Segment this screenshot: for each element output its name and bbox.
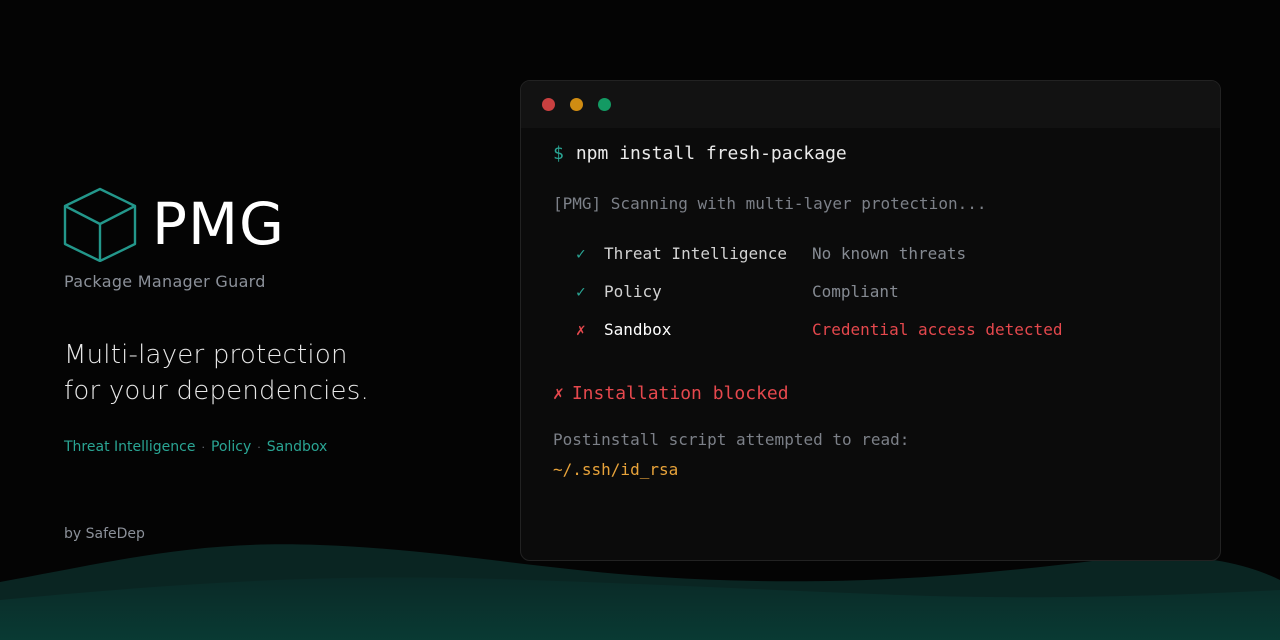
check-row-threat-intelligence: ✓ Threat Intelligence No known threats — [576, 244, 966, 263]
feature-sandbox: Sandbox — [266, 439, 328, 455]
minimize-dot-icon[interactable] — [570, 98, 583, 111]
terminal-window: $ npm install fresh-package [PMG] Scannin… — [520, 80, 1221, 561]
command-line: $ npm install fresh-package — [553, 143, 847, 164]
check-name: Threat Intelligence — [604, 244, 788, 263]
maximize-dot-icon[interactable] — [598, 98, 611, 111]
blocked-message: ✗ Installation blocked — [553, 383, 789, 404]
byline: by SafeDep — [64, 526, 145, 542]
check-status: Credential access detected — [812, 320, 1063, 339]
check-row-sandbox: ✗ Sandbox Credential access detected — [576, 320, 1062, 339]
detail-message: Postinstall script attempted to read: — [553, 430, 910, 449]
brand-name: PMG — [152, 190, 285, 258]
cube-icon — [63, 187, 137, 262]
feature-separator: · — [201, 441, 205, 454]
cross-icon: ✗ — [576, 320, 586, 339]
check-status: No known threats — [812, 244, 967, 263]
close-dot-icon[interactable] — [542, 98, 555, 111]
brand-panel: PMG Package Manager Guard Multi-layer pr… — [62, 186, 482, 455]
detail-path: ~/.ssh/id_rsa — [553, 460, 679, 479]
feature-list: Threat Intelligence · Policy · Sandbox — [64, 439, 482, 455]
tagline-line-2: for your dependencies. — [64, 376, 369, 406]
feature-threat-intelligence: Threat Intelligence — [64, 439, 196, 455]
tagline: Multi-layer protection for your dependen… — [64, 337, 482, 409]
check-icon: ✓ — [576, 244, 586, 263]
blocked-text: Installation blocked — [571, 383, 789, 404]
terminal-titlebar — [521, 81, 1220, 128]
command-text: npm install fresh-package — [575, 143, 847, 164]
check-row-policy: ✓ Policy Compliant — [576, 282, 899, 301]
scan-message: [PMG] Scanning with multi-layer protecti… — [553, 194, 987, 213]
feature-policy: Policy — [210, 439, 252, 455]
feature-separator: · — [257, 441, 261, 454]
check-name: Policy — [604, 282, 662, 301]
cross-icon: ✗ — [553, 383, 564, 404]
brand-subtitle: Package Manager Guard — [64, 272, 266, 291]
tagline-line-1: Multi-layer protection — [64, 340, 348, 370]
prompt-symbol: $ — [553, 143, 564, 164]
check-icon: ✓ — [576, 282, 586, 301]
check-status: Compliant — [812, 282, 899, 301]
check-name: Sandbox — [604, 320, 672, 339]
brand-header: PMG — [62, 186, 482, 262]
